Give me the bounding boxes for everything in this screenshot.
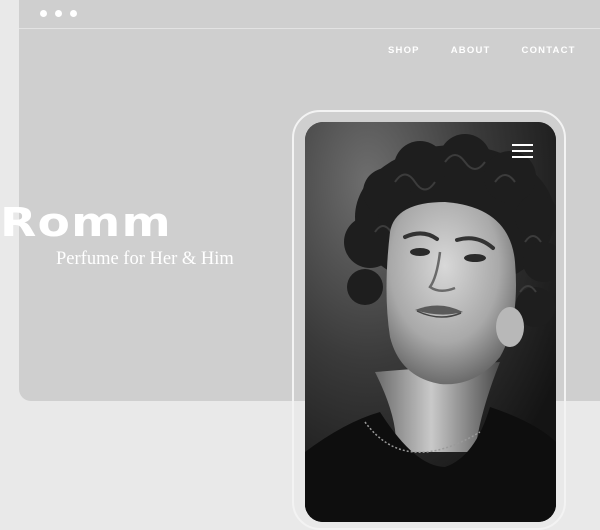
window-control-dot[interactable]: [55, 10, 62, 17]
toolbar-divider: [19, 28, 600, 29]
phone-screen: [305, 122, 556, 522]
brand-title: Romm: [0, 200, 172, 246]
hamburger-menu-icon[interactable]: [512, 144, 533, 158]
window-controls: [40, 10, 77, 17]
nav-item-contact[interactable]: CONTACT: [522, 45, 576, 56]
brand-tagline: Perfume for Her & Him: [56, 249, 234, 269]
nav-item-about[interactable]: ABOUT: [451, 45, 491, 56]
nav-item-shop[interactable]: SHOP: [388, 45, 420, 56]
main-nav: SHOP ABOUT CONTACT: [388, 45, 576, 56]
window-control-dot[interactable]: [40, 10, 47, 17]
window-control-dot[interactable]: [70, 10, 77, 17]
portrait-photo: [305, 122, 556, 522]
